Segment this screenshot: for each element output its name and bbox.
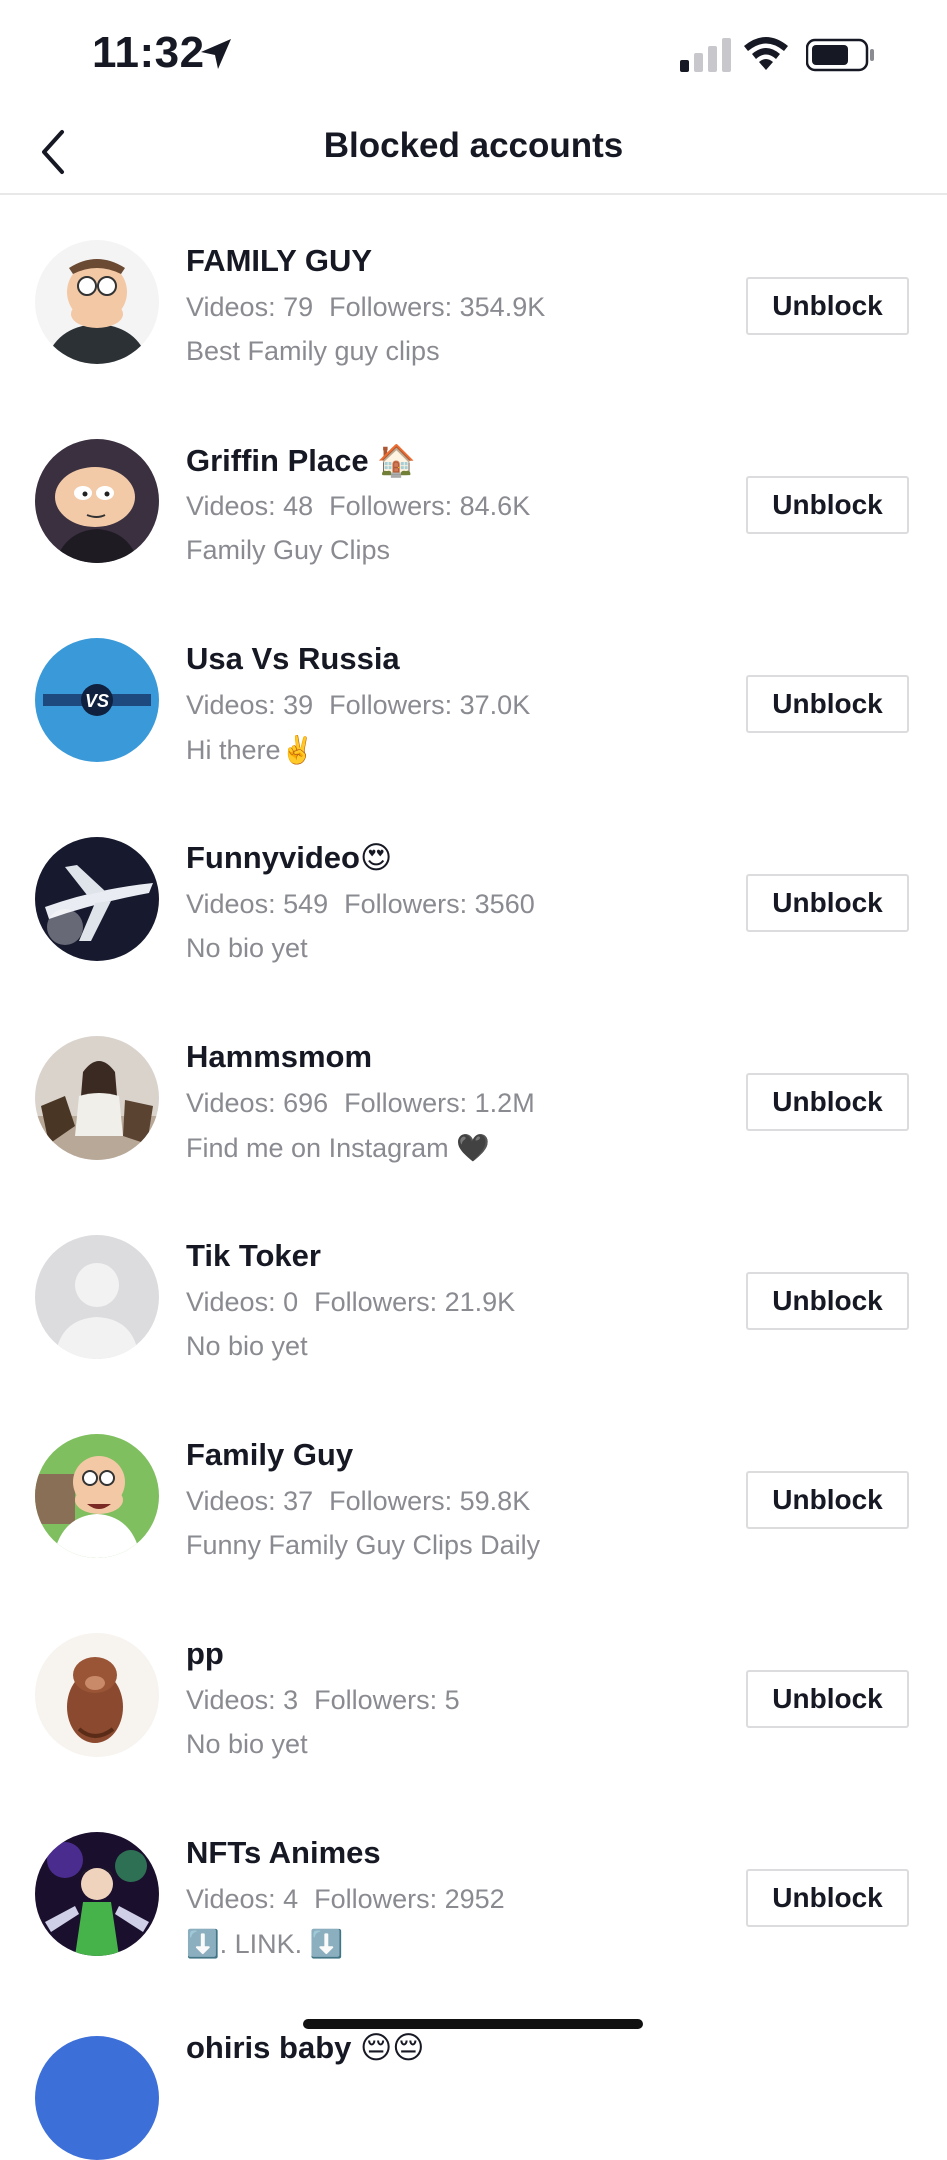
account-stats: Videos: 0 Followers: 21.9K xyxy=(186,1287,515,1318)
account-stats: Videos: 37 Followers: 59.8K xyxy=(186,1486,530,1517)
account-name: Family Guy xyxy=(186,1437,354,1472)
cellular-signal-icon xyxy=(680,38,731,72)
vs-logo-avatar-icon[interactable]: VS xyxy=(35,638,159,762)
account-stats: Videos: 48 Followers: 84.6K xyxy=(186,491,530,522)
followers-count: Followers: 37.0K xyxy=(329,690,531,720)
account-name: Hammsmom xyxy=(186,1039,373,1074)
videos-count: Videos: 79 xyxy=(186,292,314,322)
home-indicator[interactable] xyxy=(303,2019,643,2029)
wifi-icon xyxy=(744,37,788,70)
stewie-avatar-icon[interactable] xyxy=(35,439,159,563)
nav-bar: Blocked accounts xyxy=(0,110,947,194)
followers-count: Followers: 5 xyxy=(314,1685,460,1715)
header-divider xyxy=(0,193,947,195)
account-bio: Find me on Instagram 🖤 xyxy=(186,1133,490,1163)
account-name: Usa Vs Russia xyxy=(186,641,400,676)
unblock-button[interactable]: Unblock xyxy=(746,1471,909,1529)
partial-account-name: ohiris baby 😔😔 xyxy=(186,2030,425,2065)
default-user-avatar-icon[interactable] xyxy=(35,1235,159,1359)
account-stats: Videos: 549 Followers: 3560 xyxy=(186,889,535,920)
status-bar: 11:32 xyxy=(0,0,947,110)
account-bio: No bio yet xyxy=(186,1729,308,1759)
peter-avatar-icon[interactable] xyxy=(35,240,159,364)
hog-avatar-icon[interactable] xyxy=(35,1633,159,1757)
followers-count: Followers: 1.2M xyxy=(344,1088,535,1118)
account-name: Tik Toker xyxy=(186,1238,321,1273)
followers-count: Followers: 3560 xyxy=(344,889,535,919)
account-name: FAMILY GUY xyxy=(186,243,373,278)
page-title: Blocked accounts xyxy=(323,126,624,165)
followers-count: Followers: 354.9K xyxy=(329,292,546,322)
account-name: pp xyxy=(186,1636,224,1671)
list-item[interactable]: Family Guy Videos: 37 Followers: 59.8K Fu… xyxy=(0,1399,947,1598)
unblock-button[interactable]: Unblock xyxy=(746,1073,909,1131)
account-stats: Videos: 39 Followers: 37.0K xyxy=(186,690,530,721)
followers-count: Followers: 21.9K xyxy=(314,1287,516,1317)
battery-icon xyxy=(806,38,874,72)
list-item[interactable]: Hammsmom Videos: 696 Followers: 1.2M Find… xyxy=(0,1001,947,1200)
videos-count: Videos: 48 xyxy=(186,491,314,521)
videos-count: Videos: 0 xyxy=(186,1287,299,1317)
videos-count: Videos: 39 xyxy=(186,690,314,720)
account-bio: ⬇️. LINK. ⬇️ xyxy=(186,1929,344,1959)
account-stats: Videos: 3 Followers: 5 xyxy=(186,1685,460,1716)
unblock-button[interactable]: Unblock xyxy=(746,1272,909,1330)
list-item[interactable]: VS Usa Vs Russia Videos: 39 Followers: 37… xyxy=(0,603,947,802)
account-name: NFTs Animes xyxy=(186,1835,381,1870)
account-bio: No bio yet xyxy=(186,933,308,963)
anime-avatar-icon[interactable] xyxy=(35,1832,159,1956)
account-stats: Videos: 79 Followers: 354.9K xyxy=(186,292,545,323)
account-bio: Best Family guy clips xyxy=(186,336,440,366)
videos-count: Videos: 696 xyxy=(186,1088,329,1118)
list-item[interactable]: FAMILY GUY Videos: 79 Followers: 354.9K B… xyxy=(0,205,947,404)
list-item[interactable]: Tik Toker Videos: 0 Followers: 21.9K No b… xyxy=(0,1200,947,1399)
account-bio: Funny Family Guy Clips Daily xyxy=(186,1530,541,1560)
account-bio: No bio yet xyxy=(186,1331,308,1361)
account-stats: Videos: 4 Followers: 2952 xyxy=(186,1884,505,1915)
followers-count: Followers: 2952 xyxy=(314,1884,505,1914)
partial-avatar-icon[interactable] xyxy=(35,2036,159,2160)
account-bio: Family Guy Clips xyxy=(186,535,391,565)
videos-count: Videos: 549 xyxy=(186,889,329,919)
followers-count: Followers: 84.6K xyxy=(329,491,531,521)
status-time: 11:32 xyxy=(92,28,205,77)
unblock-button[interactable]: Unblock xyxy=(746,675,909,733)
videos-count: Videos: 3 xyxy=(186,1685,299,1715)
videos-count: Videos: 37 xyxy=(186,1486,314,1516)
account-name: Funnyvideo😍 xyxy=(186,840,393,875)
airplane-avatar-icon[interactable] xyxy=(35,837,159,961)
list-item[interactable]: Griffin Place 🏠 Videos: 48 Followers: 84.… xyxy=(0,404,947,603)
location-arrow-icon xyxy=(201,39,231,69)
peter-avatar-icon[interactable] xyxy=(35,1434,159,1558)
list-item[interactable]: pp Videos: 3 Followers: 5 No bio yet Unbl… xyxy=(0,1598,947,1797)
unblock-button[interactable]: Unblock xyxy=(746,476,909,534)
account-bio: Hi there✌️ xyxy=(186,735,315,765)
unblock-button[interactable]: Unblock xyxy=(746,277,909,335)
account-stats: Videos: 696 Followers: 1.2M xyxy=(186,1088,535,1119)
list-item[interactable]: Funnyvideo😍 Videos: 549 Followers: 3560 N… xyxy=(0,802,947,1001)
list-item[interactable]: NFTs Animes Videos: 4 Followers: 2952 ⬇️.… xyxy=(0,1797,947,1996)
unblock-button[interactable]: Unblock xyxy=(746,874,909,932)
followers-count: Followers: 59.8K xyxy=(329,1486,531,1516)
account-name: Griffin Place 🏠 xyxy=(186,443,416,478)
unblock-button[interactable]: Unblock xyxy=(746,1869,909,1927)
videos-count: Videos: 4 xyxy=(186,1884,299,1914)
svg-text:VS: VS xyxy=(85,691,109,711)
unblock-button[interactable]: Unblock xyxy=(746,1670,909,1728)
woman-dogs-avatar-icon[interactable] xyxy=(35,1036,159,1160)
